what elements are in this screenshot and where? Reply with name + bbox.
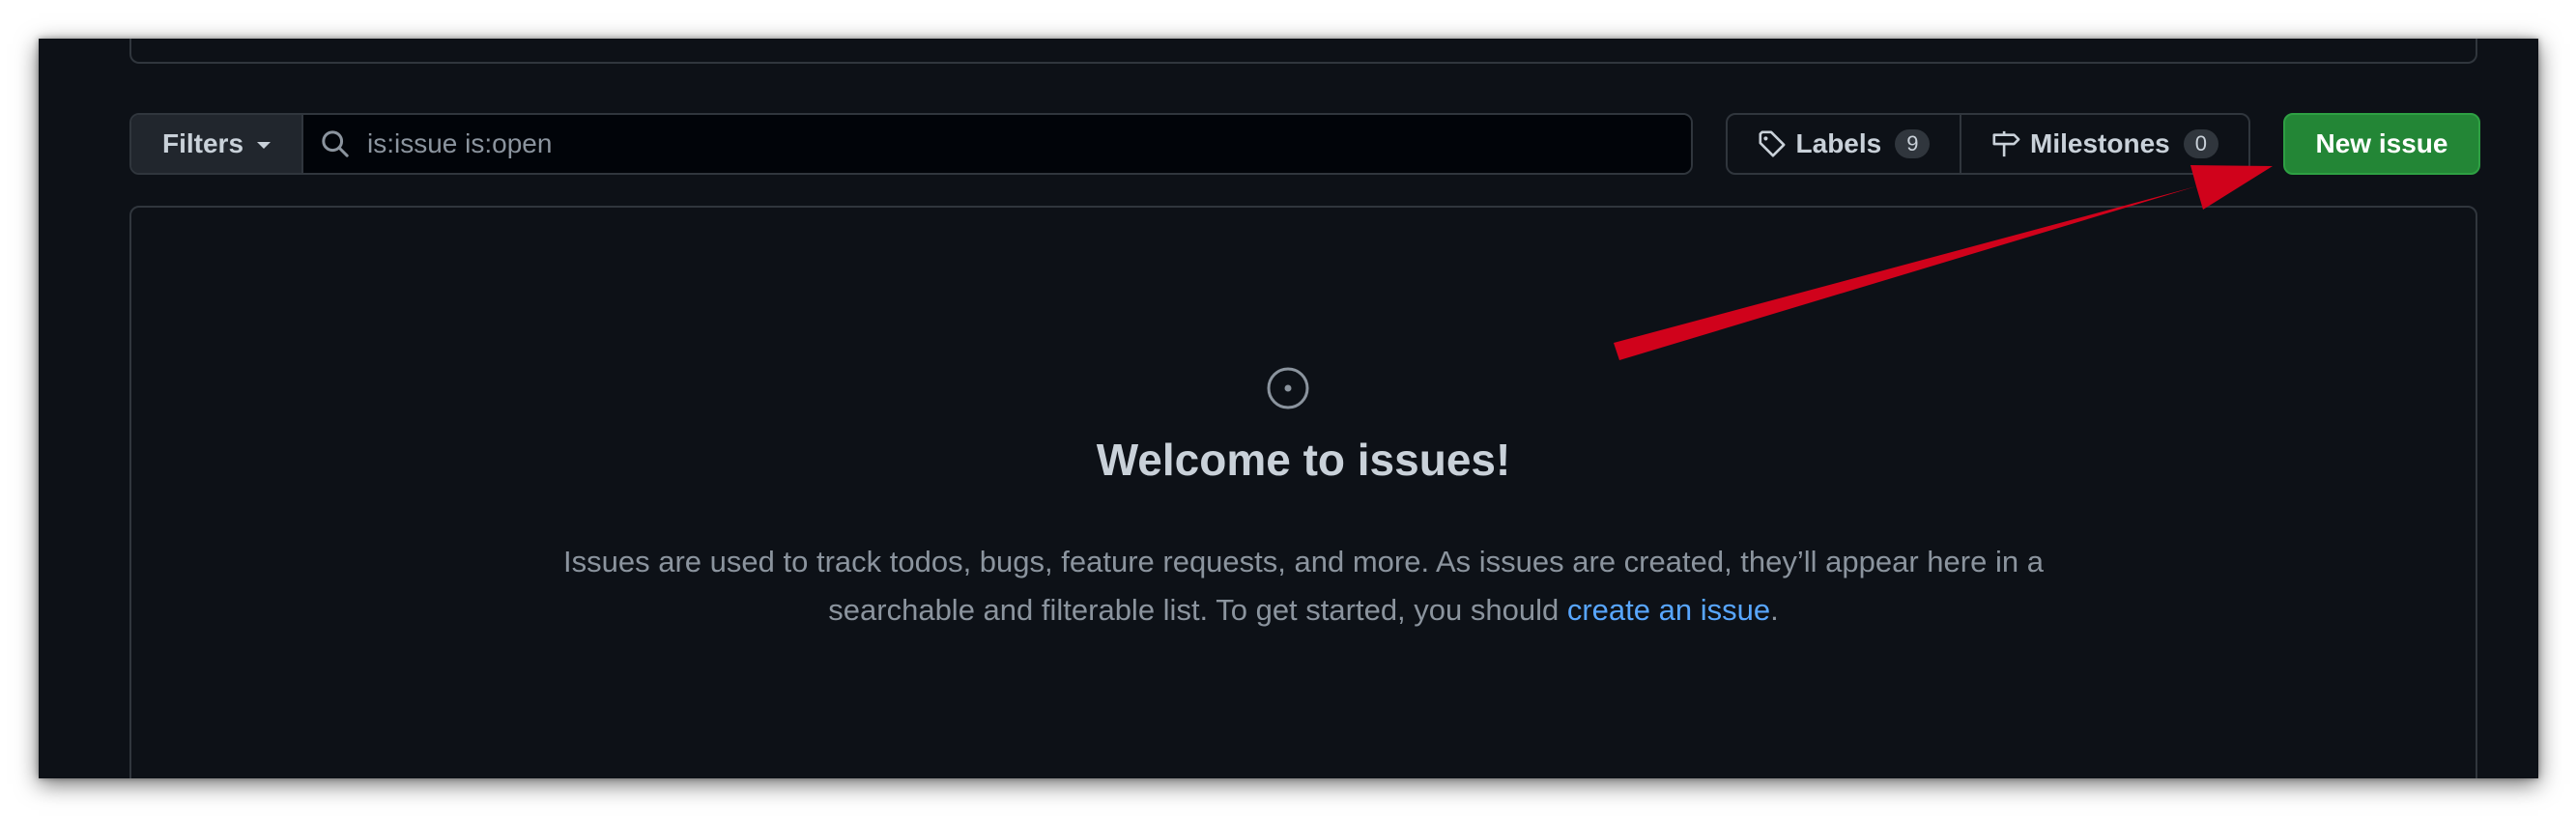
issue-search: [303, 115, 1691, 173]
labels-button[interactable]: Labels 9: [1728, 115, 1961, 173]
milestones-counter: 0: [2183, 129, 2218, 158]
milestones-button[interactable]: Milestones 0: [1961, 115, 2248, 173]
caret-down-icon: [257, 142, 272, 149]
issue-opened-icon: [1267, 367, 1309, 409]
repo-header-box: [129, 39, 2477, 64]
labels-counter: 9: [1895, 129, 1931, 158]
create-issue-link[interactable]: create an issue: [1567, 593, 1770, 627]
milestone-icon: [1992, 130, 2020, 157]
blankslate-text-after: .: [1770, 593, 1779, 627]
milestones-label: Milestones: [2030, 128, 2170, 158]
blankslate-text-before: Issues are used to track todos, bugs, fe…: [563, 545, 2044, 627]
blankslate-text: Issues are used to track todos, bugs, fe…: [518, 538, 2089, 634]
blankslate-title: Welcome to issues!: [1096, 435, 1511, 485]
search-icon: [322, 130, 349, 157]
filters-button[interactable]: Filters: [131, 115, 303, 173]
filters-label: Filters: [161, 128, 244, 158]
issues-subnav: Filters: [129, 113, 1693, 175]
blankslate: Welcome to issues! Issues are used to tr…: [129, 206, 2477, 778]
labels-milestones-group: Labels 9 Milestones 0: [1726, 113, 2250, 175]
search-input[interactable]: [365, 127, 1691, 160]
tag-icon: [1759, 130, 1786, 157]
new-issue-button[interactable]: New issue: [2283, 113, 2480, 175]
issues-page: Filters Labels 9 Milestone: [39, 39, 2538, 778]
labels-label: Labels: [1795, 128, 1882, 158]
